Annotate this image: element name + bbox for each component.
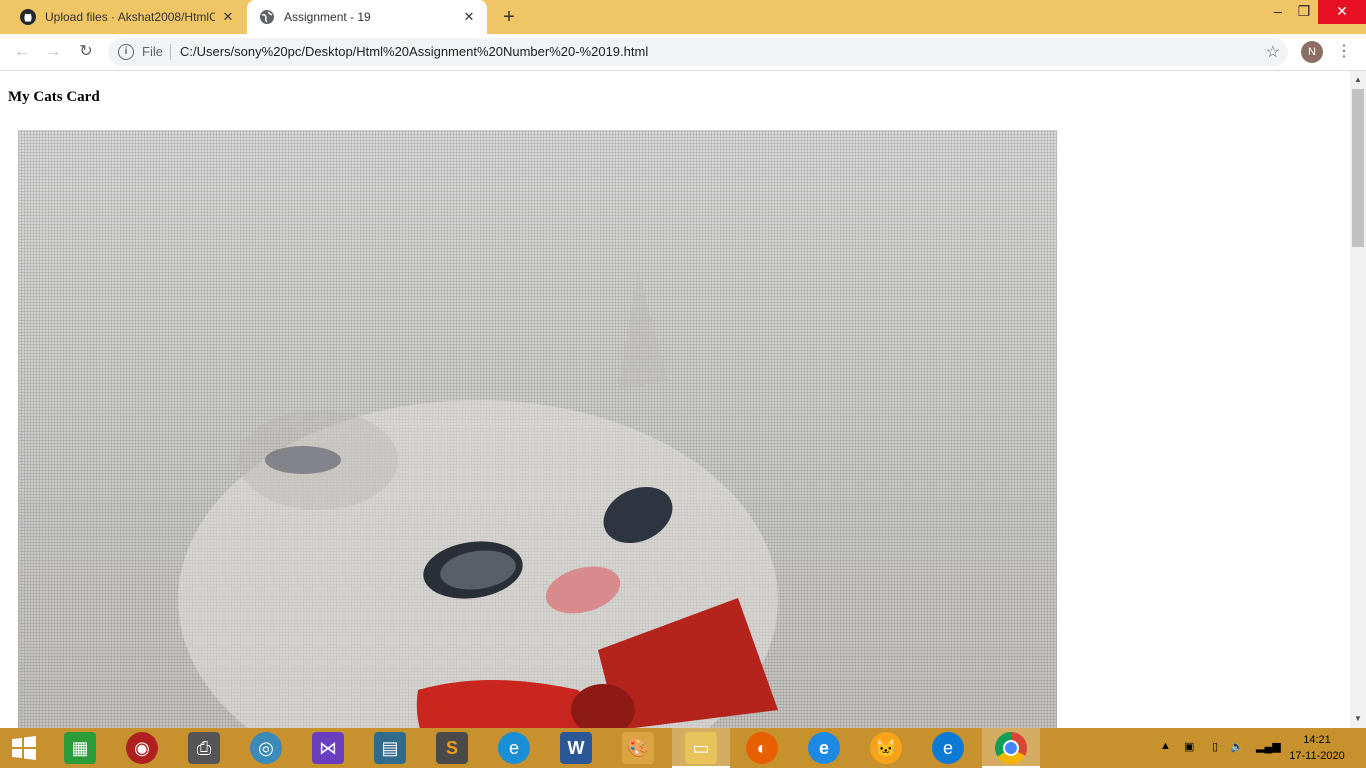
- word-icon[interactable]: W: [560, 732, 592, 764]
- taskbar-clock[interactable]: 14:21 17-11-2020: [1286, 732, 1348, 764]
- windows-start-icon[interactable]: [8, 732, 40, 764]
- tab-title: Upload files · Akshat2008/HtmlC: [45, 10, 215, 24]
- omnibox-divider: [170, 44, 171, 60]
- vertical-scrollbar[interactable]: ▲ ▼: [1350, 71, 1366, 728]
- cat-image: [18, 130, 1057, 728]
- windows-taskbar: ▦ ◉ ⎙ ◎ ⋈ ▤ S e W 🎨 ▭ ◐ e 🐱 e ▲ ▣ ▯ 🔈 ▂▄…: [0, 728, 1366, 768]
- new-tab-button[interactable]: +: [498, 6, 520, 28]
- tab-strip: Upload files · Akshat2008/HtmlC ✕ Assign…: [0, 0, 1366, 34]
- chrome-icon[interactable]: [995, 732, 1027, 764]
- tray-battery-icon[interactable]: ▯: [1212, 740, 1218, 780]
- forward-button[interactable]: →: [43, 42, 63, 62]
- tab-close-icon[interactable]: ✕: [461, 9, 477, 25]
- film-icon[interactable]: ▤: [374, 732, 406, 764]
- file-explorer-icon[interactable]: ▭: [685, 732, 717, 764]
- clock-date: 17-11-2020: [1289, 750, 1345, 762]
- profile-avatar[interactable]: N: [1301, 41, 1323, 63]
- url-text[interactable]: C:/Users/sony%20pc/Desktop/Html%20Assign…: [180, 44, 648, 59]
- clock-time: 14:21: [1303, 734, 1331, 746]
- visual-studio-icon[interactable]: ⋈: [312, 732, 344, 764]
- github-icon: [20, 9, 36, 25]
- window-close-button[interactable]: ✕: [1318, 0, 1366, 24]
- store-icon[interactable]: ▦: [64, 732, 96, 764]
- paint-icon[interactable]: 🎨: [622, 732, 654, 764]
- screen-recorder-icon[interactable]: ◉: [126, 732, 158, 764]
- site-info-icon[interactable]: i: [118, 44, 134, 60]
- tray-keyboard-icon[interactable]: ▣: [1184, 740, 1194, 780]
- tray-network-icon[interactable]: ▂▄▆: [1256, 740, 1281, 780]
- scroll-thumb[interactable]: [1352, 89, 1364, 247]
- page-viewport: My Cats Card: [0, 71, 1350, 728]
- page-heading: My Cats Card: [8, 89, 100, 105]
- tray-volume-icon[interactable]: 🔈: [1230, 740, 1244, 780]
- tab-close-icon[interactable]: ✕: [220, 9, 236, 25]
- scheme-label: File: [142, 44, 163, 59]
- tab-assignment-19[interactable]: Assignment - 19 ✕: [247, 0, 487, 34]
- bookmark-star-icon[interactable]: ☆: [1266, 42, 1280, 62]
- browser-toolbar: ← → ↻ i File C:/Users/sony%20pc/Desktop/…: [0, 34, 1366, 71]
- edge-icon[interactable]: e: [498, 732, 530, 764]
- globe-icon: [260, 10, 274, 24]
- internet-explorer-icon[interactable]: e: [808, 732, 840, 764]
- media-player-icon[interactable]: ◎: [250, 732, 282, 764]
- scratch-icon[interactable]: 🐱: [870, 732, 902, 764]
- tab-title: Assignment - 19: [284, 10, 371, 24]
- back-button[interactable]: ←: [12, 42, 32, 62]
- scroll-up-arrow-icon[interactable]: ▲: [1350, 73, 1366, 87]
- scroll-down-arrow-icon[interactable]: ▼: [1350, 712, 1366, 726]
- sublime-text-icon[interactable]: S: [436, 732, 468, 764]
- edge-new-icon[interactable]: e: [932, 732, 964, 764]
- browser-menu-icon[interactable]: ⋮: [1336, 42, 1352, 62]
- address-bar[interactable]: i File C:/Users/sony%20pc/Desktop/Html%2…: [108, 38, 1288, 66]
- tab-upload-files[interactable]: Upload files · Akshat2008/HtmlC ✕: [8, 0, 246, 34]
- printer-icon[interactable]: ⎙: [188, 732, 220, 764]
- cat-picture: [178, 270, 778, 728]
- firefox-icon[interactable]: ◐: [746, 732, 778, 764]
- tray-show-hidden-icon[interactable]: ▲: [1160, 740, 1171, 780]
- reload-button[interactable]: ↻: [76, 42, 96, 62]
